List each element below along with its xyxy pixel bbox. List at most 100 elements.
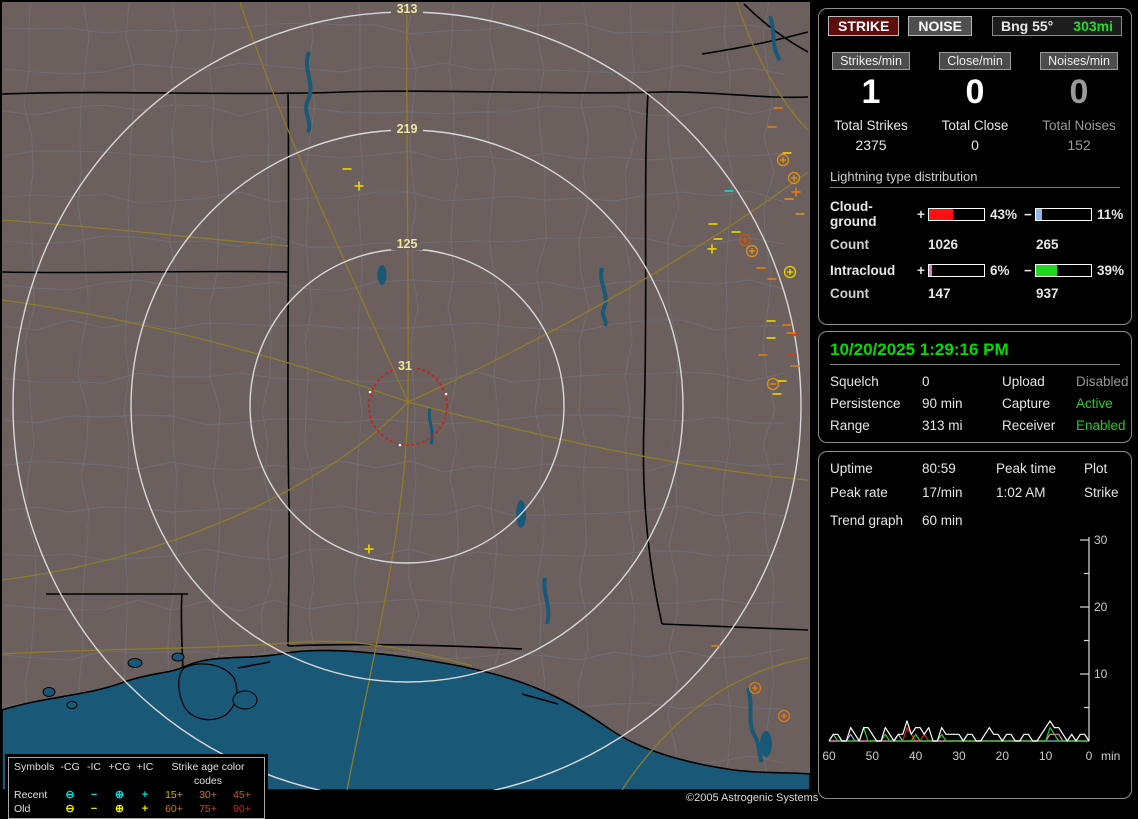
peak-time-label: Peak time [996, 461, 1084, 476]
capture-status: Active [1076, 396, 1129, 411]
capture-label: Capture [1002, 396, 1076, 411]
plot-value: Strike [1084, 485, 1120, 500]
legend-header-neg-cg: -CG [58, 760, 82, 788]
receiver-label: Receiver [1002, 418, 1076, 433]
svg-text:20: 20 [1094, 600, 1108, 614]
ring-label-219: 219 [397, 122, 418, 136]
svg-text:0: 0 [1086, 749, 1093, 763]
bearing-display[interactable]: Bng 55° 303mi [992, 16, 1122, 36]
series-Strikes [829, 721, 1089, 741]
peak-rate-value: 17/min [922, 485, 996, 500]
lightning-distribution: Lightning type distribution Cloud-ground… [830, 169, 1120, 301]
ic-count-label: Count [830, 286, 928, 301]
datetime-display: 10/20/2025 1:29:16 PM [830, 340, 1120, 365]
trend-panel: Uptime 80:59 Peak time Plot Peak rate 17… [818, 451, 1132, 799]
legend-header-pos-cg: +CG [106, 760, 133, 788]
bearing-distance: 303mi [1073, 18, 1113, 34]
counters-panel: STRIKE NOISE Bng 55° 303mi Strikes/min 1… [818, 8, 1132, 325]
trend-graph-window: 60 min [922, 513, 1120, 528]
intracloud-counts: Count 147 937 [830, 286, 1120, 301]
plot-label: Plot [1084, 461, 1120, 476]
map-legend: Symbols -CG -IC +CG +IC Strike age color… [8, 757, 265, 819]
age-45: 45+ [225, 788, 259, 802]
noises-per-min-chip[interactable]: Noises/min [1040, 52, 1118, 70]
intracloud-row: Intracloud + 6% − 39% [830, 263, 1120, 278]
range-label: Range [830, 418, 922, 433]
old-cg-pos-icon: ⊕ [106, 802, 133, 816]
cg-negative-bar [1035, 208, 1092, 221]
status-panel: 10/20/2025 1:29:16 PM Squelch 0 Upload D… [818, 331, 1132, 443]
cloud-ground-row: Cloud-ground + 43% − 11% [830, 199, 1120, 229]
legend-header-symbols: Symbols [12, 760, 58, 788]
cg-positive-count: 1026 [928, 237, 1036, 252]
ic-positive-bar [928, 264, 985, 277]
total-strikes-label: Total Strikes [819, 118, 923, 133]
uptime-label: Uptime [830, 461, 922, 476]
noises-counter: Noises/min 0 Total Noises 152 [1027, 52, 1131, 153]
distribution-title: Lightning type distribution [830, 169, 1120, 188]
noise-mode-button[interactable]: NOISE [908, 16, 972, 36]
copyright-text: ©2005 Astrogenic Systems [686, 792, 818, 804]
trend-graph: 1020306050403020100min [819, 529, 1131, 794]
strikes-per-min-chip[interactable]: Strikes/min [832, 52, 910, 70]
ic-negative-count: 937 [1036, 286, 1120, 301]
age-75: 75+ [191, 802, 225, 816]
svg-text:min: min [1101, 749, 1120, 763]
svg-text:30: 30 [1094, 533, 1108, 547]
cg-positive-pct: 43% [985, 207, 1024, 222]
upload-status: Disabled [1076, 374, 1129, 389]
legend-row-recent-label: Recent [12, 788, 58, 802]
close-counter: Close/min 0 Total Close 0 [923, 52, 1027, 153]
close-per-min-value: 0 [923, 74, 1027, 110]
svg-text:50: 50 [866, 749, 880, 763]
old-ic-neg-icon: − [82, 802, 106, 816]
legend-header-pos-ic: +IC [133, 760, 157, 788]
ic-positive-count: 147 [928, 286, 1036, 301]
recent-cg-neg-icon: ⊖ [58, 788, 82, 802]
plus-sign: + [917, 263, 928, 278]
total-noises-label: Total Noises [1027, 118, 1131, 133]
ic-negative-pct: 39% [1092, 263, 1122, 278]
map-svg: 313 219 125 31 [2, 2, 810, 790]
svg-text:10: 10 [1039, 749, 1053, 763]
cg-negative-pct: 11% [1092, 207, 1122, 222]
upload-label: Upload [1002, 374, 1076, 389]
total-noises-value: 152 [1027, 137, 1131, 153]
old-cg-neg-icon: ⊖ [58, 802, 82, 816]
ic-positive-pct: 6% [985, 263, 1024, 278]
persistence-value: 90 min [922, 396, 1002, 411]
cg-positive-bar [928, 208, 985, 221]
uptime-value: 80:59 [922, 461, 996, 476]
age-15: 15+ [157, 788, 191, 802]
legend-row-old-label: Old [12, 802, 58, 816]
strike-mode-button[interactable]: STRIKE [828, 16, 899, 36]
ic-negative-bar [1035, 264, 1092, 277]
ring-label-125: 125 [397, 237, 418, 251]
age-30: 30+ [191, 788, 225, 802]
minus-sign: − [1024, 263, 1035, 278]
bearing-label: Bng 55° [1001, 18, 1053, 34]
cg-count-label: Count [830, 237, 928, 252]
svg-text:10: 10 [1094, 667, 1108, 681]
svg-text:20: 20 [996, 749, 1010, 763]
app-window: { "right_panel": { "mode_buttons": {"str… [0, 0, 1138, 812]
strikes-counter: Strikes/min 1 Total Strikes 2375 [819, 52, 923, 153]
cloud-ground-counts: Count 1026 265 [830, 237, 1120, 252]
total-close-value: 0 [923, 137, 1027, 153]
total-close-label: Total Close [923, 118, 1027, 133]
cloud-ground-label: Cloud-ground [830, 199, 917, 229]
ring-label-31: 31 [398, 359, 412, 373]
age-60: 60+ [157, 802, 191, 816]
svg-text:60: 60 [822, 749, 836, 763]
intracloud-label: Intracloud [830, 263, 917, 278]
lightning-map[interactable]: 313 219 125 31 [2, 2, 810, 790]
close-per-min-chip[interactable]: Close/min [939, 52, 1011, 70]
trend-graph-label: Trend graph [830, 513, 922, 528]
noises-per-min-value: 0 [1027, 74, 1131, 110]
svg-text:30: 30 [952, 749, 966, 763]
age-90: 90+ [225, 802, 259, 816]
recent-ic-neg-icon: − [82, 788, 106, 802]
range-value: 313 mi [922, 418, 1002, 433]
peak-rate-label: Peak rate [830, 485, 922, 500]
receiver-status: Enabled [1076, 418, 1129, 433]
